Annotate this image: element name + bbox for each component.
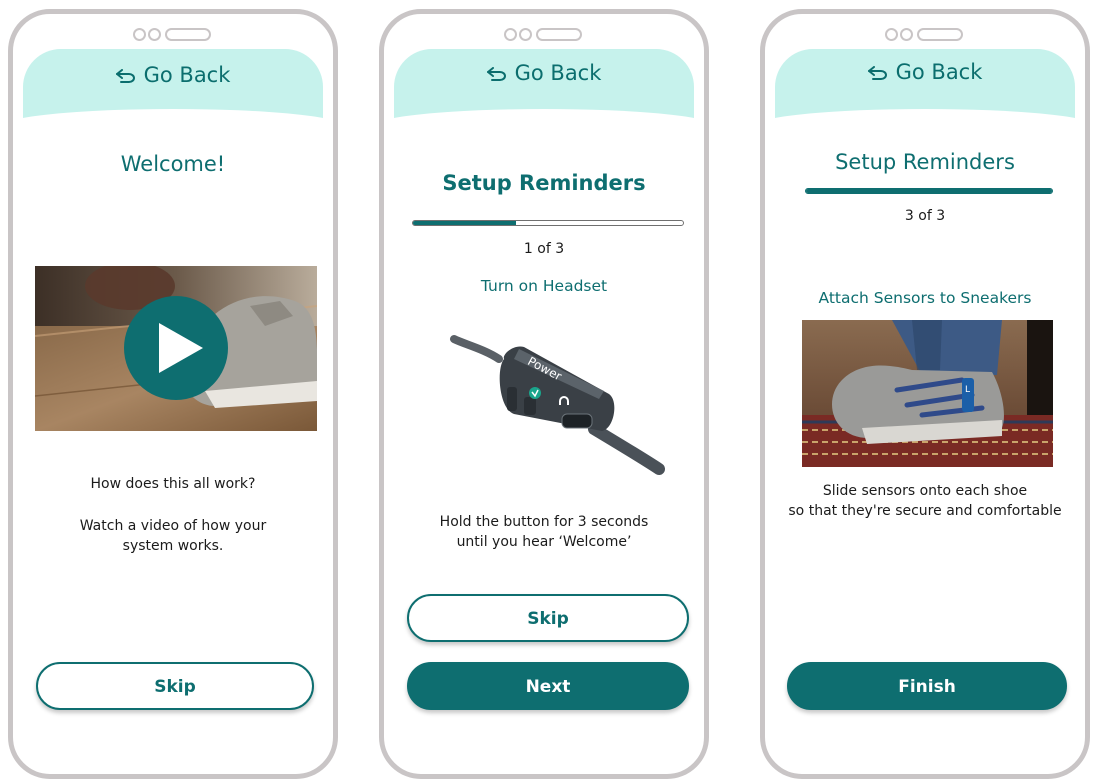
page-title: Welcome! — [120, 152, 226, 176]
step-counter: 1 of 3 — [523, 241, 565, 257]
sneaker-sensor-image: L — [802, 320, 1053, 467]
video-player[interactable] — [35, 266, 317, 431]
phone-notch — [133, 28, 213, 42]
progress-bar-fill — [413, 221, 516, 225]
progress-bar — [412, 220, 684, 226]
progress-bar-fill — [806, 189, 1052, 193]
go-back-label: Go Back — [895, 60, 983, 84]
video-question: How does this all work? — [90, 476, 256, 492]
go-back-button[interactable]: Go Back — [23, 63, 323, 87]
phone-screen-welcome: Go Back Welcome! How does this all work?… — [8, 9, 338, 779]
go-back-button[interactable]: Go Back — [394, 61, 694, 85]
step-counter: 3 of 3 — [904, 208, 946, 224]
phone-screen-setup-step-1: Go Back Setup Reminders 1 of 3 Turn on H… — [379, 9, 709, 779]
svg-text:L: L — [965, 385, 970, 395]
step-instruction-line2: so that they're secure and comfortable — [788, 503, 1062, 519]
page-title: Setup Reminders — [835, 150, 1015, 174]
headset-image: Power — [444, 319, 669, 479]
phone-notch — [885, 28, 965, 42]
header-bar: Go Back — [23, 49, 323, 121]
header-bar: Go Back — [775, 49, 1075, 121]
phone-notch — [504, 28, 584, 42]
step-instruction: Hold the button for 3 seconds until you … — [439, 514, 649, 550]
go-back-button[interactable]: Go Back — [775, 60, 1075, 84]
next-button[interactable]: Next — [407, 662, 689, 710]
back-arrow-icon — [486, 67, 506, 81]
phone-screen-setup-step-3: Go Back Setup Reminders 3 of 3 Attach Se… — [760, 9, 1090, 779]
page-title: Setup Reminders — [442, 171, 646, 195]
go-back-label: Go Back — [143, 63, 231, 87]
video-description: Watch a video of how your system works. — [79, 518, 267, 554]
step-instruction-line1: Slide sensors onto each shoe — [822, 483, 1028, 499]
finish-button[interactable]: Finish — [787, 662, 1067, 710]
step-title: Attach Sensors to Sneakers — [818, 289, 1032, 307]
play-icon[interactable] — [123, 293, 229, 403]
back-arrow-icon — [115, 69, 135, 83]
skip-button[interactable]: Skip — [407, 594, 689, 642]
back-arrow-icon — [867, 66, 887, 80]
header-bar: Go Back — [394, 49, 694, 121]
progress-bar — [805, 188, 1053, 194]
skip-button[interactable]: Skip — [36, 662, 314, 710]
go-back-label: Go Back — [514, 61, 602, 85]
step-title: Turn on Headset — [480, 277, 608, 295]
